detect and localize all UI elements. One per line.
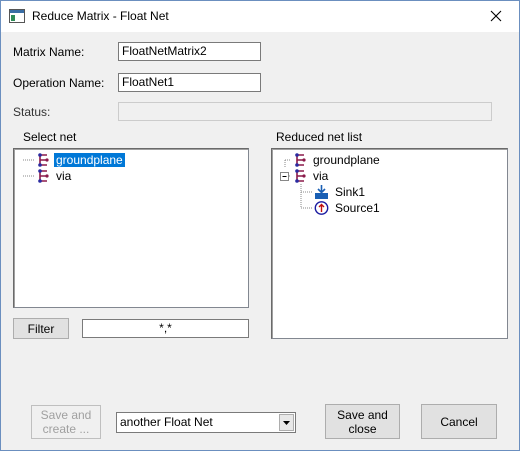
- tree-item-label: via: [313, 169, 329, 183]
- cancel-button[interactable]: Cancel: [421, 404, 497, 439]
- tree-item-label: Source1: [335, 201, 380, 215]
- app-icon: [9, 9, 25, 23]
- reduced-net-label: Reduced net list: [276, 130, 363, 144]
- dialog-window: Reduce Matrix - Float Net Matrix Name: F…: [0, 0, 520, 451]
- save-and-create-button: Save and create ...: [31, 405, 101, 439]
- tree-item-label: Sink1: [335, 185, 366, 199]
- tree-item[interactable]: Sink1: [277, 184, 367, 200]
- tree-item[interactable]: via: [277, 168, 330, 184]
- network-icon: [284, 153, 306, 168]
- network-icon: [23, 169, 49, 183]
- save-and-create-label-1: Save and: [40, 408, 92, 422]
- dropdown-button[interactable]: [279, 414, 294, 431]
- reduced-net-tree[interactable]: groundplane via Sink1 Source1: [271, 148, 508, 339]
- list-item[interactable]: groundplane: [20, 152, 126, 168]
- list-item[interactable]: via: [20, 168, 73, 184]
- operation-name-label: Operation Name:: [13, 76, 105, 90]
- network-icon: [23, 153, 49, 167]
- list-item-label: groundplane: [53, 152, 126, 168]
- mode-select-value: another Float Net: [120, 415, 213, 429]
- title-bar: Reduce Matrix - Float Net: [1, 1, 519, 32]
- chevron-down-icon: [283, 421, 290, 425]
- operation-name-field[interactable]: FloatNet1: [118, 73, 261, 92]
- select-net-label: Select net: [23, 130, 77, 144]
- network-icon: [280, 169, 306, 183]
- save-and-close-button[interactable]: Save and close: [325, 404, 400, 439]
- close-icon: [490, 10, 502, 22]
- matrix-name-label: Matrix Name:: [13, 45, 85, 59]
- tree-item[interactable]: groundplane: [277, 152, 382, 168]
- close-button[interactable]: [473, 1, 519, 31]
- mode-select[interactable]: another Float Net: [116, 412, 296, 433]
- list-item-label: via: [56, 169, 72, 183]
- filter-button[interactable]: Filter: [13, 318, 69, 339]
- tree-item-label: groundplane: [313, 153, 380, 167]
- window-title: Reduce Matrix - Float Net: [32, 9, 169, 23]
- tree-item[interactable]: Source1: [277, 200, 382, 216]
- sink-icon: [300, 184, 328, 200]
- save-and-close-label-2: close: [348, 421, 377, 436]
- select-net-list[interactable]: groundplane via: [13, 148, 249, 308]
- filter-field[interactable]: *,*: [82, 319, 249, 338]
- status-label: Status:: [13, 105, 51, 119]
- save-and-close-label-1: Save and: [337, 407, 388, 422]
- save-and-create-label-2: create ...: [42, 422, 90, 436]
- matrix-name-field[interactable]: FloatNetMatrix2: [118, 42, 261, 61]
- source-icon: [300, 200, 329, 215]
- status-field: [118, 102, 492, 121]
